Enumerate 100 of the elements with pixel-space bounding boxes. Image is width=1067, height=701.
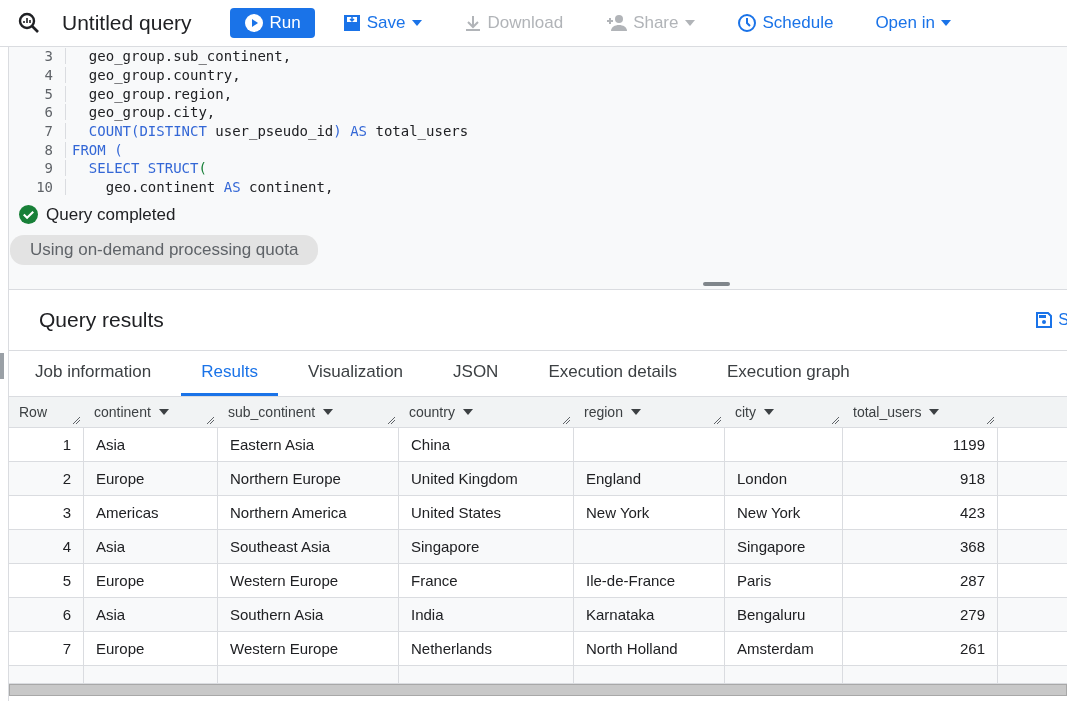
table-cell: Europe [84, 632, 218, 666]
table-cell: Eastern Asia [218, 428, 399, 462]
table-cell: France [399, 564, 574, 598]
column-header[interactable]: sub_continent [218, 397, 399, 428]
table-cell: 423 [843, 496, 998, 530]
table-cell: 287 [843, 564, 998, 598]
table-cell: Asia [84, 598, 218, 632]
clock-icon [736, 12, 757, 33]
line-number: 4 [43, 66, 54, 83]
toolbar-button[interactable]: Run [229, 7, 315, 38]
code-line: geo_group.city, [65, 104, 216, 121]
results-tab[interactable]: Execution details [528, 351, 697, 396]
line-number: 5 [43, 85, 54, 102]
table-cell: Asia [84, 428, 218, 462]
results-tab[interactable]: JSON [433, 351, 519, 396]
column-header[interactable]: total_users [843, 397, 998, 428]
table-cell: Western Europe [218, 564, 399, 598]
table-cell: China [399, 428, 574, 462]
table-cell: 279 [843, 598, 998, 632]
table-cell: London [725, 462, 843, 496]
results-tab[interactable]: Job information [15, 351, 172, 396]
table-cell: Americas [84, 496, 218, 530]
table-cell: Europe [84, 462, 218, 496]
code-line: geo_group.country, [65, 66, 241, 83]
table-cell: Paris [725, 564, 843, 598]
save-icon [342, 13, 361, 32]
table-cell: Singapore [399, 530, 574, 564]
line-number: 8 [43, 141, 54, 158]
table-cell: Ile-de-France [574, 564, 725, 598]
resize-grip-icon [72, 416, 81, 425]
code-line: geo_group.sub_continent, [65, 48, 292, 65]
save-icon [1036, 312, 1053, 328]
column-header[interactable]: country [399, 397, 574, 428]
table-cell: New York [574, 496, 725, 530]
line-number: 9 [43, 160, 54, 177]
table-cell: United States [399, 496, 574, 530]
column-header[interactable]: continent [84, 397, 218, 428]
query-icon [18, 11, 40, 34]
code-line: geo.continent AS continent, [65, 179, 334, 196]
table-cell: Amsterdam [725, 632, 843, 666]
query-title: Untitled query [62, 10, 192, 35]
resize-grip-icon [387, 416, 396, 425]
line-number: 7 [43, 123, 54, 139]
line-number: 6 [43, 104, 54, 121]
table-cell: Karnataka [574, 598, 725, 632]
table-cell: 7 [9, 632, 84, 666]
toolbar-button[interactable]: Save [328, 7, 436, 38]
table-cell: 2 [9, 462, 84, 496]
download-icon [463, 13, 482, 32]
column-header[interactable]: Row [9, 397, 84, 428]
table-cell: 1199 [843, 428, 998, 462]
table-cell: North Holland [574, 632, 725, 666]
check-circle-icon [19, 205, 38, 225]
table-cell: 918 [843, 462, 998, 496]
table-cell: Europe [84, 564, 218, 598]
side-handle[interactable] [0, 353, 4, 379]
column-header[interactable]: region [574, 397, 725, 428]
table-cell: Southern Asia [218, 598, 399, 632]
code-line: FROM ( [65, 141, 123, 158]
table-cell: 4 [9, 530, 84, 564]
table-cell: 6 [9, 598, 84, 632]
person-add-icon [605, 13, 628, 32]
status-message: Query completed [46, 204, 176, 225]
table-cell: United Kingdom [399, 462, 574, 496]
results-title: Query results [39, 308, 164, 332]
table-cell: Bengaluru [725, 598, 843, 632]
column-header[interactable]: city [725, 397, 843, 428]
results-tab[interactable]: Visualization [287, 351, 424, 396]
table-cell: Netherlands [399, 632, 574, 666]
resize-handle[interactable] [703, 282, 730, 286]
table-cell: Asia [84, 530, 218, 564]
table-cell: Singapore [725, 530, 843, 564]
table-cell: 5 [9, 564, 84, 598]
resize-grip-icon [206, 416, 215, 425]
play-icon [243, 12, 264, 33]
table-cell: New York [725, 496, 843, 530]
table-cell: England [574, 462, 725, 496]
table-cell [998, 598, 1067, 632]
table-cell: 3 [9, 496, 84, 530]
line-number: 3 [43, 48, 54, 65]
toolbar-button[interactable]: Open in [861, 7, 965, 38]
results-tab[interactable]: Execution graph [706, 351, 870, 396]
resize-grip-icon [562, 416, 571, 425]
table-cell: 261 [843, 632, 998, 666]
code-line: COUNT(DISTINCT user_pseudo_id) AS total_users [65, 123, 469, 139]
table-cell: 368 [843, 530, 998, 564]
code-line: SELECT STRUCT( [65, 160, 207, 177]
code-line: geo_group.region, [65, 85, 233, 102]
toolbar-button[interactable]: Schedule [722, 7, 848, 38]
resize-grip-icon [986, 416, 995, 425]
resize-grip-icon [831, 416, 840, 425]
table-cell [998, 462, 1067, 496]
table-cell: Northern America [218, 496, 399, 530]
table-cell: Western Europe [218, 632, 399, 666]
table-cell: 1 [9, 428, 84, 462]
quota-chip: Using on-demand processing quota [10, 234, 319, 265]
table-cell [998, 530, 1067, 564]
table-cell: India [399, 598, 574, 632]
table-cell: Southeast Asia [218, 530, 399, 564]
resize-grip-icon [713, 416, 722, 425]
